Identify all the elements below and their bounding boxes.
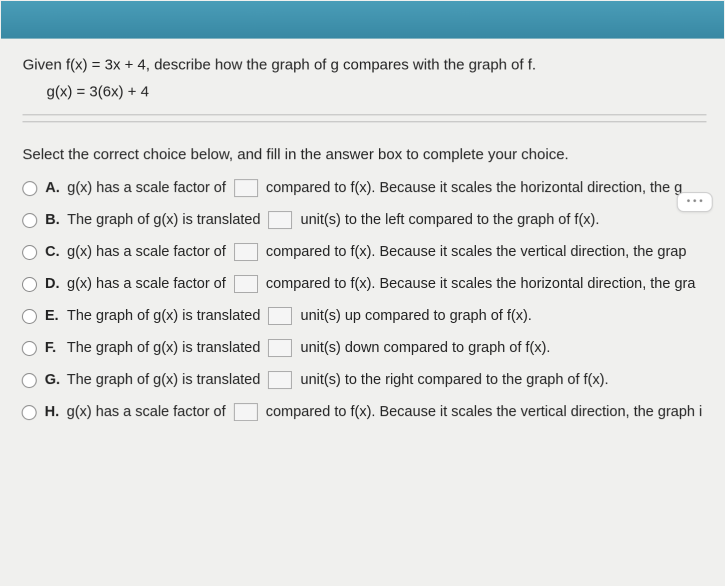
divider: [23, 121, 707, 122]
instruction-text: Select the correct choice below, and fil…: [22, 146, 706, 163]
answer-input[interactable]: [268, 339, 292, 357]
radio-icon[interactable]: [22, 405, 37, 420]
choice-text: The graph of g(x) is translated unit(s) …: [67, 371, 609, 389]
radio-icon[interactable]: [22, 213, 37, 228]
choice-pre: The graph of g(x) is translated: [67, 308, 261, 324]
answer-input[interactable]: [269, 211, 293, 229]
choice-label: A.: [45, 180, 67, 196]
choice-h[interactable]: H. g(x) has a scale factor of compared t…: [22, 403, 708, 421]
choice-label: D.: [45, 276, 67, 292]
choice-post: compared to f(x). Because it scales the …: [266, 244, 687, 260]
choice-text: The graph of g(x) is translated unit(s) …: [67, 339, 551, 357]
choice-post: unit(s) to the left compared to the grap…: [301, 212, 600, 228]
choice-text: The graph of g(x) is translated unit(s) …: [67, 211, 599, 229]
choice-post: unit(s) up compared to graph of f(x).: [300, 308, 531, 324]
radio-icon[interactable]: [22, 245, 37, 260]
choice-pre: g(x) has a scale factor of: [67, 244, 226, 260]
answer-input[interactable]: [234, 243, 258, 261]
choice-text: g(x) has a scale factor of compared to f…: [67, 403, 703, 421]
choice-f[interactable]: F. The graph of g(x) is translated unit(…: [22, 339, 707, 357]
choice-text: The graph of g(x) is translated unit(s) …: [67, 307, 532, 325]
choice-pre: g(x) has a scale factor of: [67, 276, 226, 292]
choice-pre: The graph of g(x) is translated: [67, 212, 260, 228]
choice-pre: g(x) has a scale factor of: [67, 404, 226, 420]
answer-input[interactable]: [268, 371, 292, 389]
answer-input[interactable]: [234, 179, 258, 197]
radio-icon[interactable]: [22, 277, 37, 292]
choice-post: compared to f(x). Because it scales the …: [266, 180, 682, 196]
choice-label: H.: [45, 404, 67, 420]
divider: [23, 114, 707, 115]
choice-label: G.: [45, 372, 67, 388]
answer-input[interactable]: [234, 403, 258, 421]
choice-post: compared to f(x). Because it scales the …: [266, 404, 703, 420]
choice-label: C.: [45, 244, 67, 260]
choice-pre: The graph of g(x) is translated: [67, 372, 261, 388]
choice-c[interactable]: C. g(x) has a scale factor of compared t…: [22, 243, 707, 261]
choice-g[interactable]: G. The graph of g(x) is translated unit(…: [22, 371, 708, 389]
choice-text: g(x) has a scale factor of compared to f…: [67, 179, 682, 197]
radio-icon[interactable]: [22, 373, 37, 388]
choice-pre: The graph of g(x) is translated: [67, 340, 261, 356]
question-equation: g(x) = 3(6x) + 4: [47, 83, 707, 100]
choice-text: g(x) has a scale factor of compared to f…: [67, 275, 695, 293]
choice-label: E.: [45, 308, 67, 324]
radio-icon[interactable]: [22, 181, 37, 196]
more-options-button[interactable]: • • •: [677, 192, 713, 212]
top-bar: [1, 1, 724, 39]
choice-text: g(x) has a scale factor of compared to f…: [67, 243, 686, 261]
question-content: Given f(x) = 3x + 4, describe how the gr…: [0, 39, 725, 422]
choice-pre: g(x) has a scale factor of: [67, 180, 226, 196]
choice-list: A. g(x) has a scale factor of compared t…: [22, 179, 708, 421]
choice-post: unit(s) down compared to graph of f(x).: [300, 340, 550, 356]
choice-post: compared to f(x). Because it scales the …: [266, 276, 696, 292]
answer-input[interactable]: [234, 275, 258, 293]
choice-a[interactable]: A. g(x) has a scale factor of compared t…: [22, 179, 706, 197]
choice-label: F.: [45, 340, 67, 356]
choice-label: B.: [45, 212, 67, 228]
choice-e[interactable]: E. The graph of g(x) is translated unit(…: [22, 307, 707, 325]
choice-d[interactable]: D. g(x) has a scale factor of compared t…: [22, 275, 707, 293]
answer-input[interactable]: [268, 307, 292, 325]
choice-b[interactable]: B. The graph of g(x) is translated unit(…: [22, 211, 707, 229]
choice-post: unit(s) to the right compared to the gra…: [300, 372, 608, 388]
radio-icon[interactable]: [22, 341, 37, 356]
radio-icon[interactable]: [22, 308, 37, 323]
question-stem: Given f(x) = 3x + 4, describe how the gr…: [23, 57, 707, 74]
